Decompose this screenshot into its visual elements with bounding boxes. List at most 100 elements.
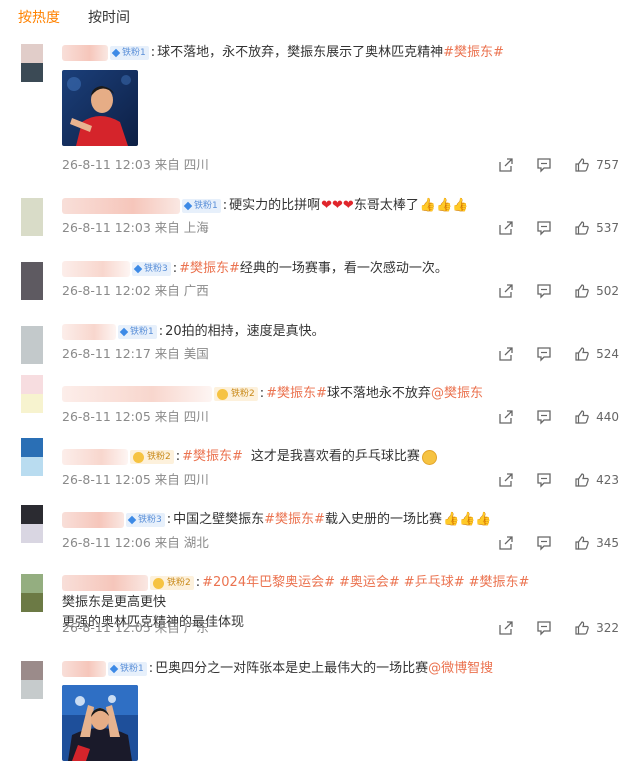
topic-tag[interactable]: #樊振东# (182, 447, 243, 467)
comment-actions: 502 (498, 283, 619, 299)
username[interactable] (62, 449, 128, 465)
share-icon (499, 347, 513, 361)
username[interactable] (62, 386, 212, 402)
share-button[interactable] (498, 620, 514, 636)
topic-tag[interactable]: #2024年巴黎奥运会# (202, 573, 335, 593)
topic-tag[interactable]: #樊振东# (264, 510, 325, 530)
avatar[interactable] (21, 661, 43, 699)
tab-by-time[interactable]: 按时间 (88, 8, 130, 28)
diamond-icon (111, 48, 121, 58)
topic-tag[interactable]: #樊振东# (469, 573, 530, 593)
comment-body: 铁粉2 : #樊振东# 这才是我喜欢看的乒乓球比赛 (62, 447, 623, 467)
sort-tabs: 按热度 按时间 (18, 8, 130, 28)
timestamp: 26-8-11 12:05 (62, 620, 151, 635)
topic-tag[interactable]: #樊振东# (266, 384, 327, 404)
comment-button[interactable] (536, 346, 552, 362)
location: 来自 四川 (154, 409, 209, 424)
like-button[interactable]: 524 (574, 346, 619, 362)
fan-badge: 铁粉3 (126, 513, 165, 527)
topic-tag[interactable]: #奥运会# (339, 573, 400, 593)
like-icon (575, 473, 589, 487)
comment-icon (537, 536, 551, 551)
fan-badge: 铁粉2 (150, 576, 194, 590)
like-icon (575, 158, 589, 172)
avatar[interactable] (21, 375, 43, 413)
like-icon (575, 221, 589, 235)
comment-button[interactable] (536, 409, 552, 425)
username[interactable] (62, 512, 124, 528)
comment-button[interactable] (536, 220, 552, 236)
heart-emoji: ❤❤❤ (321, 198, 354, 213)
like-count: 524 (596, 347, 619, 361)
share-button[interactable] (498, 157, 514, 173)
share-icon (499, 158, 513, 172)
avatar[interactable] (21, 262, 43, 300)
timestamp: 26-8-11 12:03 (62, 157, 151, 172)
topic-tag[interactable]: #乒乓球# (404, 573, 465, 593)
avatar[interactable] (21, 198, 43, 236)
like-count: 537 (596, 221, 619, 235)
diamond-icon (119, 327, 129, 337)
tab-by-hot[interactable]: 按热度 (18, 8, 60, 28)
comment-text-2: 载入史册的一场比赛 (324, 512, 442, 527)
comment-photo[interactable] (62, 70, 138, 146)
comment-body: 铁粉3 : 中国之壁樊振东 #樊振东# 载入史册的一场比赛 👍👍👍 (62, 510, 623, 530)
comment-body: 铁粉1 : 球不落地，永不放弃，樊振东展示了奥林匹克精神 #樊振东# (62, 43, 623, 63)
username[interactable] (62, 324, 116, 340)
like-count: 322 (596, 621, 619, 635)
like-button[interactable]: 440 (574, 409, 619, 425)
comment-body: 铁粉2 : #樊振东# 球不落地永不放弃 @樊振东 (62, 384, 623, 404)
like-button[interactable]: 757 (574, 157, 619, 173)
comment-actions: 423 (498, 472, 619, 488)
share-button[interactable] (498, 472, 514, 488)
username[interactable] (62, 661, 106, 677)
like-button[interactable]: 423 (574, 472, 619, 488)
comment-text-2: 东哥太棒了 (353, 198, 419, 213)
timestamp: 26-8-11 12:05 (62, 409, 151, 424)
comment-button[interactable] (536, 283, 552, 299)
like-button[interactable]: 502 (574, 283, 619, 299)
avatar[interactable] (21, 44, 43, 82)
diamond-icon (133, 264, 143, 274)
comment-text: 硬实力的比拼啊 (229, 198, 321, 213)
avatar[interactable] (21, 505, 43, 543)
like-button[interactable]: 345 (574, 535, 619, 551)
comment-meta: 26-8-11 12:05 来自 广东 (62, 619, 209, 637)
avatar[interactable] (21, 438, 43, 476)
mention-link[interactable]: @樊振东 (431, 384, 483, 404)
share-button[interactable] (498, 346, 514, 362)
share-button[interactable] (498, 535, 514, 551)
comment-meta: 26-8-11 12:05 来自 四川 (62, 471, 209, 489)
comment-text: 这才是我喜欢看的乒乓球比赛 (250, 449, 420, 464)
like-button[interactable]: 537 (574, 220, 619, 236)
timestamp: 26-8-11 12:05 (62, 472, 151, 487)
username[interactable] (62, 198, 180, 214)
avatar[interactable] (21, 326, 43, 364)
share-button[interactable] (498, 409, 514, 425)
mention-link[interactable]: @微博智搜 (428, 659, 493, 679)
username[interactable] (62, 45, 108, 61)
comment-body: 铁粉1 : 20拍的相持，速度是真快。 (62, 322, 623, 342)
share-button[interactable] (498, 220, 514, 236)
comment-button[interactable] (536, 535, 552, 551)
diamond-icon (109, 664, 119, 674)
topic-tag[interactable]: #樊振东# (443, 43, 504, 63)
face-icon (217, 388, 228, 400)
comment-text: 樊振东是更高更快 (62, 595, 167, 610)
comment-button[interactable] (536, 157, 552, 173)
avatar[interactable] (21, 574, 43, 612)
thumbs-up-emoji: 👍👍👍 (442, 512, 492, 527)
comment-button[interactable] (536, 472, 552, 488)
comment-body: 铁粉3 : #樊振东# 经典的一场赛事，看一次感动一次。 (62, 259, 623, 279)
username[interactable] (62, 261, 130, 277)
share-button[interactable] (498, 283, 514, 299)
comment-button[interactable] (536, 620, 552, 636)
like-count: 502 (596, 284, 619, 298)
fan-badge: 铁粉1 (182, 199, 221, 213)
timestamp: 26-8-11 12:03 (62, 220, 151, 235)
topic-tag[interactable]: #樊振东# (179, 259, 240, 279)
comment-icon (537, 347, 551, 362)
comment-photo[interactable] (62, 685, 138, 761)
username[interactable] (62, 575, 148, 591)
like-button[interactable]: 322 (574, 620, 619, 636)
